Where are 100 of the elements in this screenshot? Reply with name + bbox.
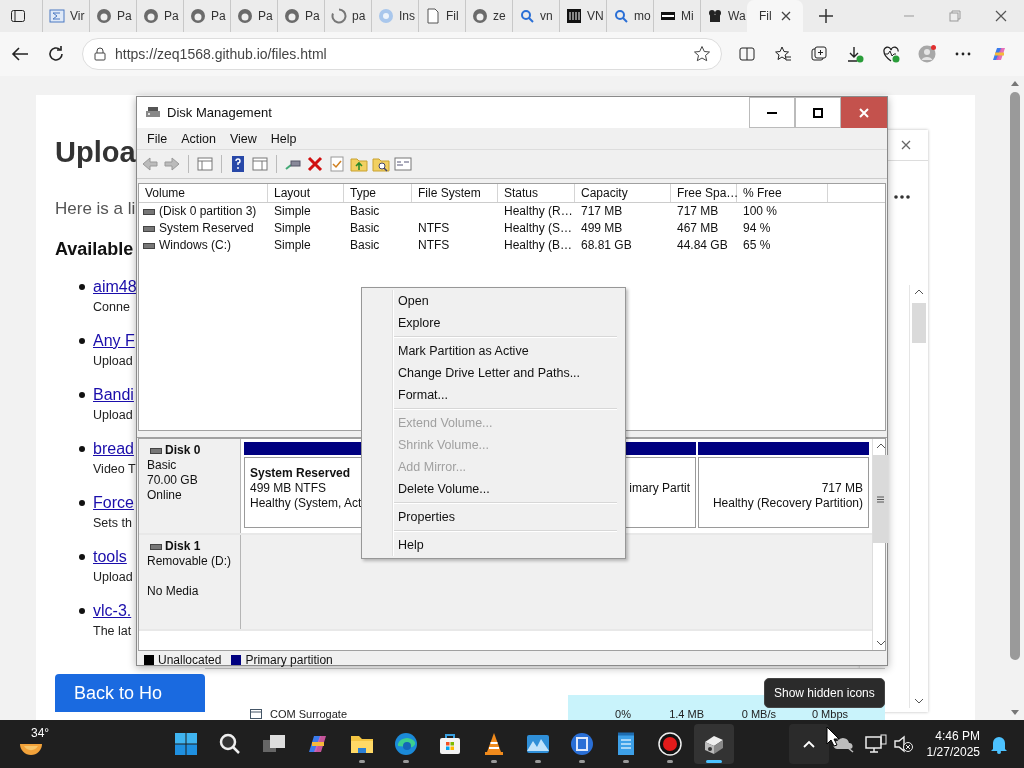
back-arrow-icon[interactable]	[11, 46, 29, 62]
file-link[interactable]: Force	[93, 492, 134, 514]
browser-tab[interactable]: Vir	[42, 0, 89, 32]
browser-tab[interactable]: mo	[606, 0, 653, 32]
avatar-icon[interactable]	[918, 45, 936, 63]
column-header[interactable]: Capacity	[575, 184, 671, 202]
browser-tab[interactable]: Mi	[653, 0, 700, 32]
window-pane-icon[interactable]	[196, 155, 214, 173]
split-screen-icon[interactable]	[738, 45, 756, 63]
download-icon[interactable]	[846, 45, 864, 63]
browser-tab[interactable]: Fil	[747, 0, 803, 32]
column-header[interactable]: File System	[412, 184, 498, 202]
taskbar-button[interactable]	[694, 724, 734, 764]
partition-box[interactable]: 717 MB Healthy (Recovery Partition)	[698, 457, 869, 528]
close-icon[interactable]	[901, 140, 911, 150]
menu-item[interactable]: Action	[174, 131, 223, 146]
browser-tab[interactable]: vn	[512, 0, 559, 32]
network-monitor-icon[interactable]	[864, 734, 887, 754]
running-indicator	[623, 760, 629, 763]
star-icon[interactable]	[693, 45, 711, 63]
browser-swirl-icon[interactable]	[394, 732, 418, 756]
table-cell-text: 717 MB	[580, 203, 624, 220]
column-header[interactable]: % Free	[737, 184, 828, 202]
windows-logo-icon[interactable]	[174, 732, 198, 756]
column-header[interactable]: Type	[344, 184, 412, 202]
menu-item[interactable]: Mark Partition as Active	[362, 340, 625, 362]
table-cell-text: 65 %	[742, 237, 772, 254]
disk-info: Online	[147, 488, 183, 503]
browser-tab[interactable]: pa	[324, 0, 371, 32]
close-button[interactable]	[841, 97, 887, 128]
browser-tab[interactable]: VN	[559, 0, 606, 32]
file-link[interactable]: vlc-3.	[93, 600, 132, 622]
file-link[interactable]: Bandi	[93, 384, 134, 406]
back-home-button[interactable]: Back to Ho	[55, 674, 205, 712]
scrollbar-thumb[interactable]	[912, 303, 926, 343]
document-icon	[425, 8, 441, 24]
search-icon[interactable]	[218, 732, 242, 756]
favorites-star-icon[interactable]	[774, 45, 792, 63]
scroll-up-icon[interactable]	[914, 289, 924, 295]
browser-tab[interactable]: Pa	[183, 0, 230, 32]
menu-item[interactable]: Change Drive Letter and Paths...	[362, 362, 625, 384]
folder-search-icon[interactable]	[372, 155, 390, 173]
scroll-up-icon[interactable]	[1010, 80, 1019, 86]
browser-tab[interactable]: Ins	[371, 0, 418, 32]
circle-icon	[378, 8, 394, 24]
folder-up-icon[interactable]	[350, 155, 368, 173]
file-link[interactable]: tools	[93, 546, 127, 568]
scroll-down-icon[interactable]	[1010, 710, 1019, 716]
traffic-cone-icon[interactable]	[482, 732, 506, 756]
scrollbar-thumb[interactable]	[1009, 92, 1020, 660]
record-icon[interactable]	[658, 732, 682, 756]
search-icon	[613, 8, 629, 24]
column-header[interactable]: Layout	[268, 184, 344, 202]
new-tab-icon[interactable]	[819, 9, 833, 23]
scroll-down-icon[interactable]	[875, 640, 886, 646]
browser-tab[interactable]: ze	[465, 0, 512, 32]
tab-actions-icon[interactable]	[10, 8, 26, 24]
menu-item[interactable]: Explore	[362, 312, 625, 334]
browser-tab[interactable]: Pa	[230, 0, 277, 32]
heartbeat-icon[interactable]	[882, 45, 900, 63]
checklist-icon[interactable]	[328, 155, 346, 173]
menu-item[interactable]: Help	[362, 534, 625, 556]
file-link[interactable]: Any F	[93, 330, 135, 352]
browser-tab[interactable]: Fil	[418, 0, 465, 32]
menu-item[interactable]: File	[140, 131, 175, 146]
more-dots-icon[interactable]	[894, 195, 910, 199]
menu-item[interactable]: Open	[362, 290, 625, 312]
scroll-down-icon[interactable]	[914, 698, 924, 704]
address-bar[interactable]: https://zeq1568.github.io/files.html	[82, 38, 722, 70]
file-link[interactable]: aim48	[93, 276, 137, 298]
menu-item[interactable]: Format...	[362, 384, 625, 406]
menu-item[interactable]: Help	[263, 131, 304, 146]
help-book-icon[interactable]	[229, 155, 247, 173]
clock-time[interactable]: 4:46 PM	[935, 728, 980, 744]
column-header[interactable]: Volume	[139, 184, 268, 202]
close-icon[interactable]	[995, 10, 1007, 22]
shopping-bag-icon[interactable]	[438, 732, 462, 756]
column-header[interactable]: Status	[498, 184, 575, 202]
landscape-icon[interactable]	[526, 732, 550, 756]
refresh-icon[interactable]	[47, 45, 65, 63]
partition-detail: 717 MB	[821, 481, 863, 496]
browser-tab[interactable]: Pa	[136, 0, 183, 32]
disk-name: Disk 0	[165, 443, 201, 458]
menu-item[interactable]: View	[222, 131, 264, 146]
column-header[interactable]: Free Spa…	[671, 184, 737, 202]
browser-tab[interactable]: Pa	[277, 0, 324, 32]
maximize-button[interactable]	[795, 97, 841, 128]
window-title: Disk Management	[167, 105, 272, 120]
notification-bell-icon[interactable]	[990, 734, 1008, 754]
delete-x-icon[interactable]	[306, 155, 324, 173]
scroll-up-icon[interactable]	[875, 443, 886, 449]
film-app-icon[interactable]	[570, 732, 594, 756]
close-icon[interactable]	[780, 11, 791, 21]
file-link[interactable]: bread	[93, 438, 134, 460]
clock-date[interactable]: 1/27/2025	[926, 744, 980, 760]
scrollbar-thumb[interactable]	[873, 455, 888, 543]
show-hidden-icons-button[interactable]	[788, 724, 829, 764]
browser-tab[interactable]: Pa	[89, 0, 136, 32]
speaker-muted-icon[interactable]	[892, 735, 913, 753]
collections-icon[interactable]	[810, 45, 828, 63]
